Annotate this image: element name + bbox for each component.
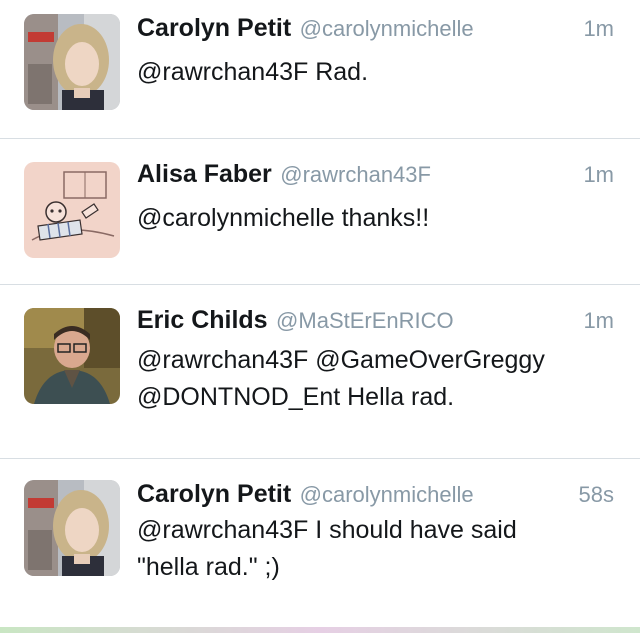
- carolyn-avatar-image: [24, 14, 120, 110]
- author-name[interactable]: Carolyn Petit: [137, 14, 291, 42]
- divider: [0, 138, 640, 139]
- tweet-text: @carolynmichelle thanks!!: [137, 204, 430, 232]
- timestamp: 1m: [583, 308, 614, 333]
- bottom-edge: [0, 627, 640, 633]
- timestamp: 1m: [583, 162, 614, 187]
- tweet-text-line: @DONTNOD_Ent Hella rad.: [137, 383, 455, 411]
- author-handle[interactable]: @MaStErEnRICO: [276, 308, 454, 333]
- alisa-avatar-image: [24, 162, 120, 258]
- tweet-header: Carolyn Petit @carolynmichelle 1m: [137, 14, 614, 50]
- eric-avatar-image: [24, 308, 120, 404]
- author-name[interactable]: Carolyn Petit: [137, 480, 291, 508]
- tweet-text-line: "hella rad." ;): [137, 553, 280, 581]
- tweet-header: Carolyn Petit @carolynmichelle 58s: [137, 480, 614, 516]
- author-name[interactable]: Eric Childs: [137, 306, 268, 334]
- tweet-item[interactable]: Alisa Faber @rawrchan43F 1m @carolynmich…: [0, 160, 640, 270]
- avatar[interactable]: [24, 14, 120, 110]
- tweet-header: Eric Childs @MaStErEnRICO 1m: [137, 306, 614, 342]
- tweet-item[interactable]: Carolyn Petit @carolynmichelle 58s @rawr…: [0, 480, 640, 610]
- author-handle[interactable]: @carolynmichelle: [300, 482, 474, 507]
- author-name[interactable]: Alisa Faber: [137, 160, 272, 188]
- tweet-header: Alisa Faber @rawrchan43F 1m: [137, 160, 614, 196]
- divider: [0, 458, 640, 459]
- tweet-text: @rawrchan43F Rad.: [137, 58, 369, 86]
- avatar[interactable]: [24, 480, 120, 576]
- tweet-feed: Carolyn Petit @carolynmichelle 1m @rawrc…: [0, 0, 640, 633]
- tweet-text: @rawrchan43F @GameOverGreggy @DONTNOD_En…: [137, 342, 617, 416]
- tweet-item[interactable]: Carolyn Petit @carolynmichelle 1m @rawrc…: [0, 14, 640, 124]
- timestamp: 58s: [578, 482, 614, 507]
- tweet-text-line: @rawrchan43F @GameOverGreggy: [137, 346, 545, 374]
- author-handle[interactable]: @carolynmichelle: [300, 16, 474, 41]
- timestamp: 1m: [583, 16, 614, 41]
- author-handle[interactable]: @rawrchan43F: [280, 162, 431, 187]
- tweet-text: @rawrchan43F I should have said "hella r…: [137, 512, 617, 586]
- avatar[interactable]: [24, 162, 120, 258]
- tweet-text-line: @rawrchan43F I should have said: [137, 516, 517, 544]
- carolyn-avatar-image: [24, 480, 120, 576]
- avatar[interactable]: [24, 308, 120, 404]
- tweet-item[interactable]: Eric Childs @MaStErEnRICO 1m @rawrchan43…: [0, 306, 640, 446]
- divider: [0, 284, 640, 285]
